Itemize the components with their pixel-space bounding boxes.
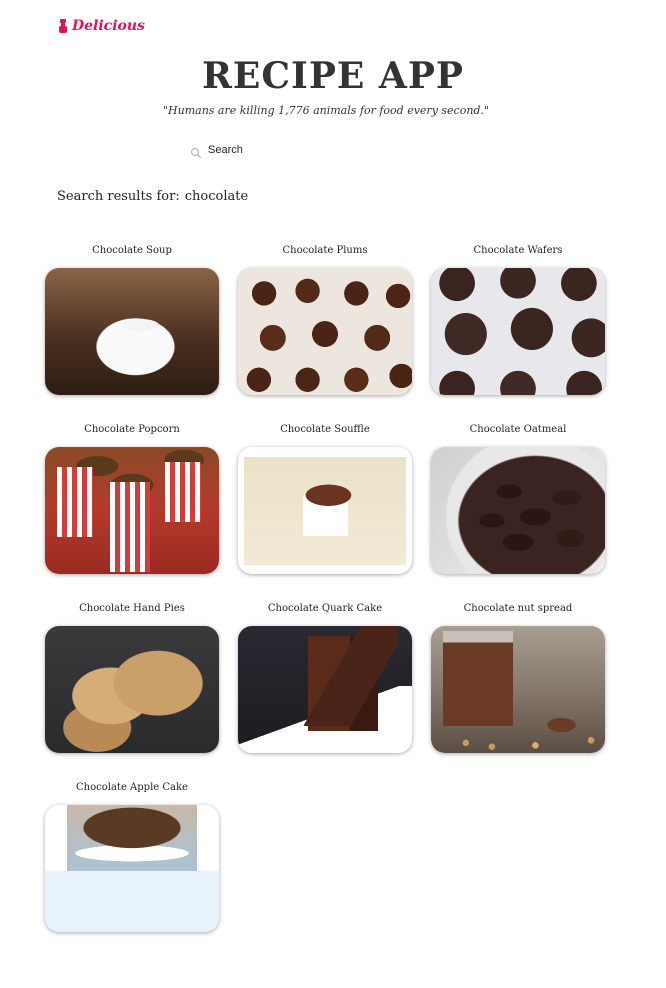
recipe-card[interactable]: Chocolate Soup (45, 244, 219, 395)
recipe-card[interactable]: Chocolate Oatmeal (431, 423, 605, 574)
header-quote: "Humans are killing 1,776 animals for fo… (162, 104, 490, 117)
recipe-title: Chocolate Quark Cake (267, 603, 383, 614)
recipe-title: Chocolate Oatmeal (469, 424, 567, 435)
recipe-image[interactable] (45, 268, 219, 395)
results-heading: Search results for: chocolate (57, 189, 248, 204)
recipe-card[interactable]: Chocolate Plums (238, 244, 412, 395)
search-bar (190, 140, 470, 160)
search-input[interactable] (208, 144, 448, 156)
recipe-image[interactable] (238, 268, 412, 395)
recipe-image[interactable] (238, 447, 412, 574)
recipe-title: Chocolate Souffle (280, 424, 370, 435)
page-title: RECIPE APP (202, 55, 464, 97)
recipe-title: Chocolate Wafers (473, 245, 563, 256)
brand-logo[interactable]: Delicious (58, 16, 145, 36)
recipe-title: Chocolate Hand Pies (79, 603, 185, 614)
recipe-image[interactable] (45, 626, 219, 753)
recipe-card[interactable]: Chocolate Popcorn (45, 423, 219, 574)
results-label: Search results for: (57, 189, 180, 204)
recipe-card[interactable]: Chocolate Hand Pies (45, 602, 219, 753)
recipe-card[interactable]: Chocolate Wafers (431, 244, 605, 395)
recipe-image[interactable] (45, 447, 219, 574)
results-query: chocolate (184, 189, 249, 204)
recipe-image[interactable] (431, 268, 605, 395)
recipe-image[interactable] (431, 447, 605, 574)
brand-name: Delicious (72, 18, 145, 34)
recipe-image[interactable] (431, 626, 605, 753)
recipe-title: Chocolate nut spread (463, 603, 573, 614)
chef-icon (58, 19, 68, 33)
recipe-card[interactable]: Chocolate Souffle (238, 423, 412, 574)
recipe-card[interactable]: Chocolate Apple Cake (45, 781, 219, 932)
recipe-image[interactable] (238, 626, 412, 753)
recipe-card[interactable]: Chocolate nut spread (431, 602, 605, 753)
recipe-title: Chocolate Plums (282, 245, 368, 256)
recipe-title: Chocolate Soup (92, 245, 172, 256)
recipe-card[interactable]: Chocolate Quark Cake (238, 602, 412, 753)
recipe-grid: Chocolate Soup Chocolate Plums Chocolate… (45, 244, 605, 932)
recipe-title: Chocolate Popcorn (84, 424, 180, 435)
search-icon (190, 144, 202, 159)
recipe-title: Chocolate Apple Cake (76, 782, 188, 793)
recipe-image[interactable] (45, 805, 219, 932)
